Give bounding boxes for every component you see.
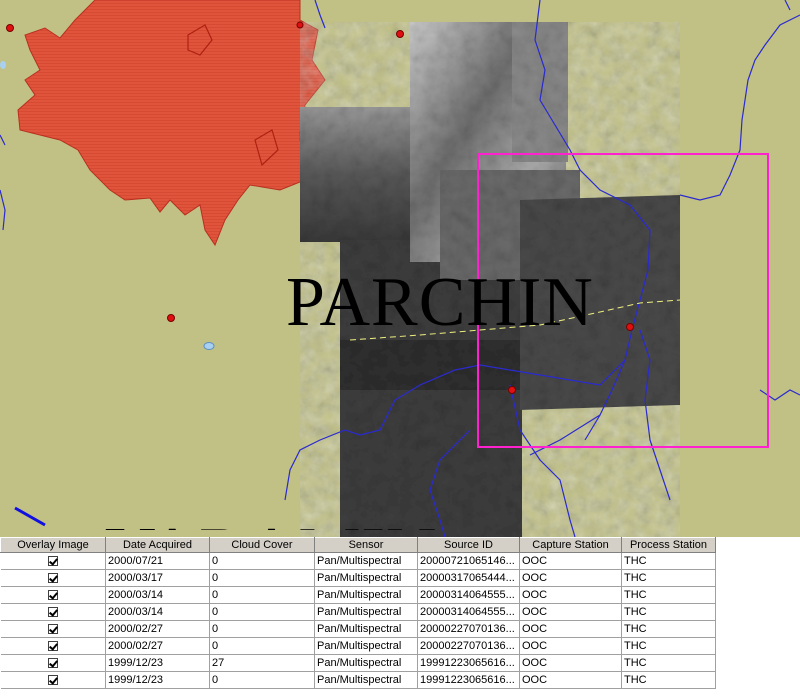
- cloud-cover-cell: 0: [209, 671, 315, 689]
- date-acquired-cell: 2000/03/17: [105, 569, 210, 587]
- capture-station-cell: OOC: [519, 654, 622, 672]
- column-header-sensor[interactable]: Sensor: [314, 537, 418, 553]
- source-id-cell: 20000721065146...: [417, 552, 520, 570]
- sensor-cell: Pan/Multispectral: [314, 586, 418, 604]
- image-results-grid: Overlay Image Date Acquired Cloud Cover …: [0, 537, 800, 700]
- column-header-capture-station[interactable]: Capture Station: [519, 537, 622, 553]
- source-id-cell: 20000314064555...: [417, 603, 520, 621]
- cloud-cover-cell: 0: [209, 552, 315, 570]
- table-row[interactable]: 2000/07/21 0 Pan/Multispectral 200007210…: [0, 552, 716, 570]
- table-row[interactable]: 2000/03/14 0 Pan/Multispectral 200003140…: [0, 603, 716, 621]
- overlay-checkbox[interactable]: [47, 607, 58, 618]
- source-id-cell: 19991223065616...: [417, 654, 520, 672]
- source-id-cell: 20000317065444...: [417, 569, 520, 587]
- date-acquired-cell: 1999/12/23: [105, 671, 210, 689]
- overlay-cell: [0, 620, 106, 638]
- overlay-cell: [0, 569, 106, 587]
- sensor-cell: Pan/Multispectral: [314, 654, 418, 672]
- date-acquired-cell: 2000/07/21: [105, 552, 210, 570]
- capture-station-cell: OOC: [519, 569, 622, 587]
- source-id-cell: 20000227070136...: [417, 620, 520, 638]
- source-id-cell: 20000227070136...: [417, 637, 520, 655]
- capture-station-cell: OOC: [519, 671, 622, 689]
- date-acquired-cell: 2000/02/27: [105, 637, 210, 655]
- cloud-cover-cell: 0: [209, 603, 315, 621]
- overlay-cell: [0, 603, 106, 621]
- sensor-cell: Pan/Multispectral: [314, 671, 418, 689]
- source-id-cell: 19991223065616...: [417, 671, 520, 689]
- process-station-cell: THC: [621, 586, 716, 604]
- overlay-cell: [0, 671, 106, 689]
- table-row[interactable]: 2000/02/27 0 Pan/Multispectral 200002270…: [0, 637, 716, 655]
- column-header-cloud-cover[interactable]: Cloud Cover: [209, 537, 315, 553]
- process-station-cell: THC: [621, 671, 716, 689]
- sensor-cell: Pan/Multispectral: [314, 552, 418, 570]
- date-acquired-cell: 2000/03/14: [105, 603, 210, 621]
- table-row[interactable]: 2000/02/27 0 Pan/Multispectral 200002270…: [0, 620, 716, 638]
- process-station-cell: THC: [621, 654, 716, 672]
- overlay-cell: [0, 654, 106, 672]
- cloud-cover-cell: 27: [209, 654, 315, 672]
- capture-station-cell: OOC: [519, 552, 622, 570]
- date-acquired-cell: 2000/03/14: [105, 586, 210, 604]
- date-acquired-cell: 2000/02/27: [105, 620, 210, 638]
- grid-header-row: Overlay Image Date Acquired Cloud Cover …: [0, 537, 716, 553]
- overlay-cell: [0, 586, 106, 604]
- capture-station-cell: OOC: [519, 603, 622, 621]
- table-row[interactable]: 1999/12/23 0 Pan/Multispectral 199912230…: [0, 671, 716, 689]
- overlay-checkbox[interactable]: [47, 624, 58, 635]
- overlay-checkbox[interactable]: [47, 556, 58, 567]
- process-station-cell: THC: [621, 637, 716, 655]
- place-label-parchin: PARCHIN: [286, 264, 594, 341]
- capture-station-cell: OOC: [519, 620, 622, 638]
- overlay-cell: [0, 637, 106, 655]
- date-acquired-cell: 1999/12/23: [105, 654, 210, 672]
- column-header-overlay-image[interactable]: Overlay Image: [0, 537, 106, 553]
- process-station-cell: THC: [621, 603, 716, 621]
- process-station-cell: THC: [621, 620, 716, 638]
- column-header-date-acquired[interactable]: Date Acquired: [105, 537, 210, 553]
- cloud-cover-cell: 0: [209, 586, 315, 604]
- sensor-cell: Pan/Multispectral: [314, 637, 418, 655]
- cloud-cover-cell: 0: [209, 637, 315, 655]
- capture-station-cell: OOC: [519, 637, 622, 655]
- capture-station-cell: OOC: [519, 586, 622, 604]
- column-header-source-id[interactable]: Source ID: [417, 537, 520, 553]
- table-row[interactable]: 2000/03/14 0 Pan/Multispectral 200003140…: [0, 586, 716, 604]
- overlay-checkbox[interactable]: [47, 573, 58, 584]
- process-station-cell: THC: [621, 569, 716, 587]
- overlay-checkbox[interactable]: [47, 658, 58, 669]
- source-id-cell: 20000314064555...: [417, 586, 520, 604]
- overlay-checkbox[interactable]: [47, 641, 58, 652]
- overlay-checkbox[interactable]: [47, 590, 58, 601]
- sensor-cell: Pan/Multispectral: [314, 603, 418, 621]
- process-station-cell: THC: [621, 552, 716, 570]
- overlay-cell: [0, 552, 106, 570]
- table-row[interactable]: 2000/03/17 0 Pan/Multispectral 200003170…: [0, 569, 716, 587]
- column-header-process-station[interactable]: Process Station: [621, 537, 716, 553]
- map-view[interactable]: PARCHIN VARAMIN: [0, 0, 800, 537]
- cloud-cover-cell: 0: [209, 620, 315, 638]
- overlay-checkbox[interactable]: [47, 675, 58, 686]
- cloud-cover-cell: 0: [209, 569, 315, 587]
- sensor-cell: Pan/Multispectral: [314, 620, 418, 638]
- table-row[interactable]: 1999/12/23 27 Pan/Multispectral 19991223…: [0, 654, 716, 672]
- sensor-cell: Pan/Multispectral: [314, 569, 418, 587]
